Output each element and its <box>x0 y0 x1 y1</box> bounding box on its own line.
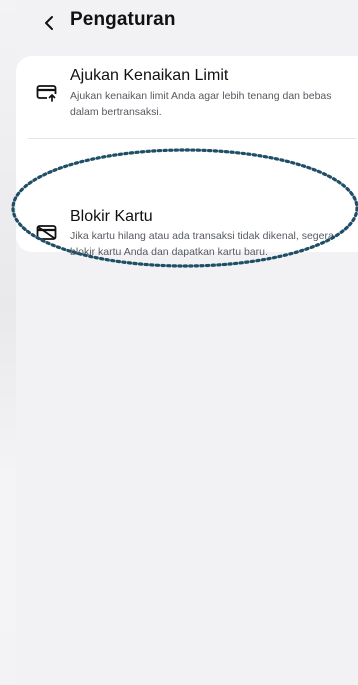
back-button[interactable] <box>38 12 60 34</box>
increase-limit-item[interactable]: Ajukan Kenaikan Limit Ajukan kenaikan li… <box>16 56 358 138</box>
block-card-description: Jika kartu hilang atau ada transaksi tid… <box>70 230 334 258</box>
increase-limit-description: Ajukan kenaikan limit Anda agar lebih te… <box>70 90 332 118</box>
block-card-item[interactable]: Blokir Kartu Jika kartu hilang atau ada … <box>16 139 358 258</box>
block-card-title: Blokir Kartu <box>70 208 153 225</box>
card-arrow-up-icon <box>36 85 57 102</box>
increase-limit-title: Ajukan Kenaikan Limit <box>70 67 229 84</box>
card-block-icon <box>36 225 57 240</box>
settings-screen: Pengaturan Ajukan Kenaikan Limit Ajukan … <box>0 0 358 685</box>
settings-card: Ajukan Kenaikan Limit Ajukan kenaikan li… <box>16 56 358 258</box>
chevron-left-icon <box>45 16 53 30</box>
header: Pengaturan <box>0 0 358 48</box>
left-edge-shade <box>0 0 16 685</box>
page-title: Pengaturan <box>70 9 176 30</box>
